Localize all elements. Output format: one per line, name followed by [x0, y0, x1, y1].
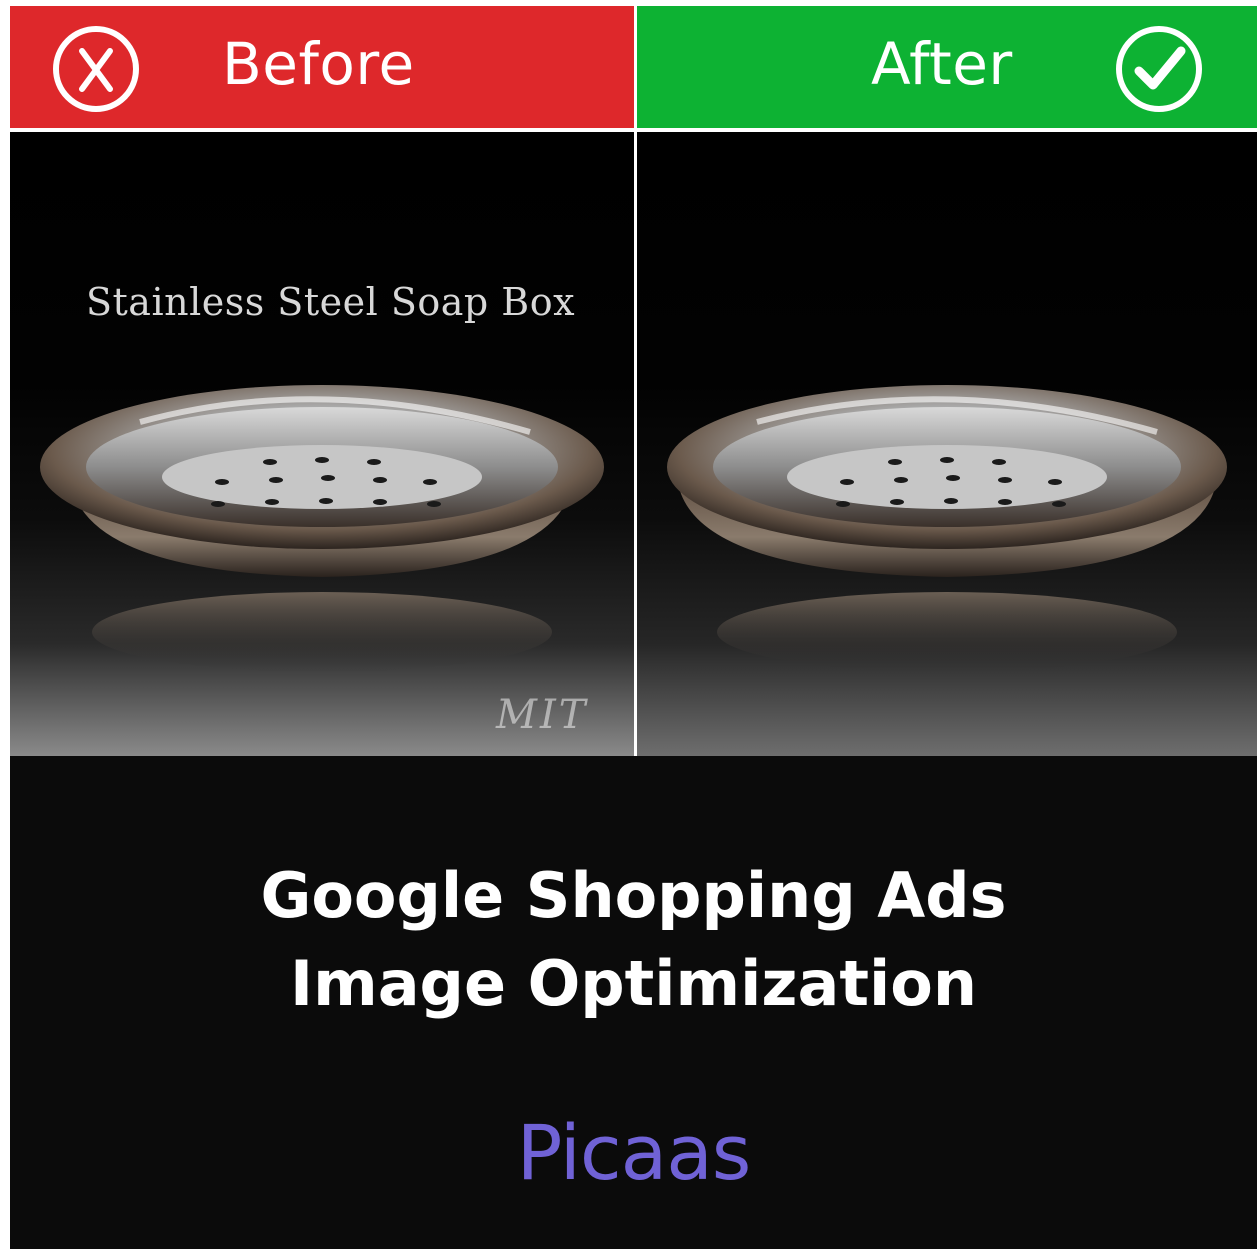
- soap-dish-illustration-before: [40, 385, 604, 672]
- footer: Google Shopping Ads Image Optimization P…: [10, 756, 1257, 1249]
- after-image: [637, 132, 1257, 756]
- after-header: After: [637, 6, 1257, 128]
- watermark-mit: MIT: [496, 692, 589, 738]
- panel-divider: [634, 6, 637, 756]
- before-image: Stainless Steel Soap Box MIT: [10, 132, 634, 756]
- before-header: Before: [10, 6, 634, 128]
- before-overlay-text: Stainless Steel Soap Box: [86, 280, 576, 324]
- headline-line2: Image Optimization: [290, 947, 977, 1020]
- brand-logo-text: Picaas: [516, 1108, 752, 1197]
- x-circle-icon: [50, 23, 142, 119]
- check-circle-icon: [1113, 23, 1205, 119]
- before-label: Before: [222, 30, 415, 98]
- headline-line1: Google Shopping Ads: [260, 859, 1007, 932]
- after-label: After: [871, 30, 1013, 98]
- soap-dish-illustration-after: [667, 385, 1227, 672]
